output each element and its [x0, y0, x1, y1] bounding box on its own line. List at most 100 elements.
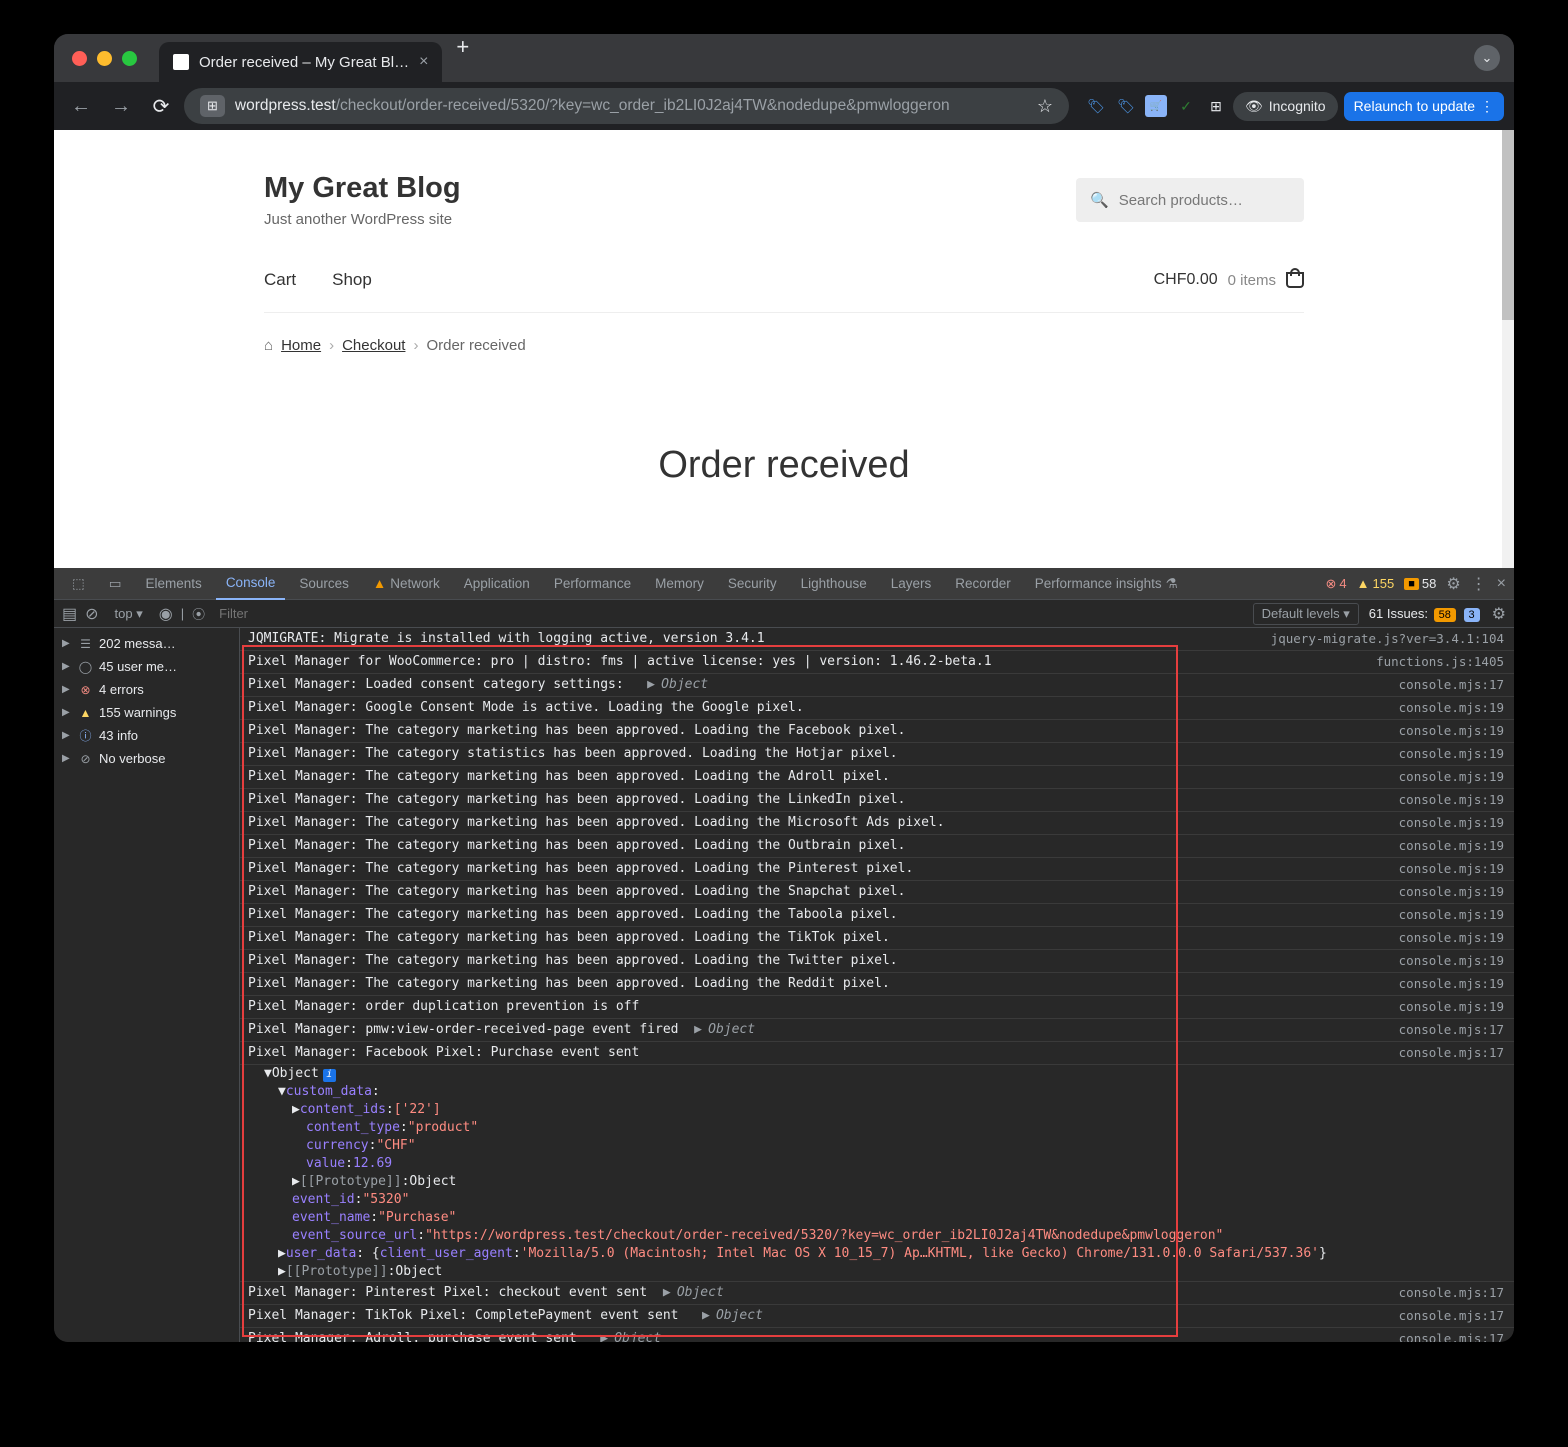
maximize-window[interactable] [122, 51, 137, 66]
console-log-row[interactable]: Pixel Manager: The category marketing ha… [240, 881, 1514, 904]
incognito-label: Incognito [1269, 98, 1326, 114]
filter-input[interactable] [213, 606, 1244, 621]
extension-icon[interactable]: 🏷 [1085, 95, 1107, 117]
tab-memory[interactable]: Memory [645, 568, 714, 600]
basket-icon [1286, 272, 1304, 288]
site-settings-icon[interactable]: ⊞ [200, 95, 225, 117]
search-input[interactable]: 🔍 Search products… [1076, 178, 1304, 222]
browser-window: Order received – My Great Bl… × + ⌄ ← → … [54, 34, 1514, 1342]
tab-elements[interactable]: Elements [136, 568, 212, 600]
console-log-row[interactable]: JQMIGRATE: Migrate is installed with log… [240, 628, 1514, 651]
tab-layers[interactable]: Layers [881, 568, 942, 600]
tab-lighthouse[interactable]: Lighthouse [791, 568, 877, 600]
console-log-row[interactable]: Pixel Manager: Google Consent Mode is ac… [240, 697, 1514, 720]
chevron-right-icon: › [413, 337, 418, 354]
nav-cart[interactable]: Cart [264, 270, 296, 290]
cart-widget[interactable]: CHF0.00 0 items [1154, 271, 1304, 289]
back-button[interactable]: ← [64, 89, 98, 123]
more-icon[interactable]: ⋮ [1471, 574, 1487, 594]
console-log-row[interactable]: Pixel Manager: TikTok Pixel: CompletePay… [240, 1305, 1514, 1328]
console-log-row[interactable]: Pixel Manager: Pinterest Pixel: checkout… [240, 1282, 1514, 1305]
sidebar-item[interactable]: ▶⊘No verbose [54, 747, 239, 770]
context-select[interactable]: top ▾ [107, 604, 151, 624]
reload-button[interactable]: ⟳ [144, 89, 178, 123]
tab-security[interactable]: Security [718, 568, 787, 600]
warnings-badge[interactable]: ▲ 155 [1357, 576, 1395, 591]
search-placeholder: Search products… [1119, 192, 1243, 209]
incognito-badge[interactable]: 👁 Incognito [1233, 92, 1338, 121]
console-log-row[interactable]: Pixel Manager: The category marketing ha… [240, 812, 1514, 835]
relaunch-button[interactable]: Relaunch to update ⋮ [1344, 92, 1504, 121]
sidebar-item[interactable]: ▶⊗4 errors [54, 678, 239, 701]
console-log-row[interactable]: Pixel Manager: The category marketing ha… [240, 904, 1514, 927]
page-scrollbar[interactable] [1502, 130, 1514, 568]
window-controls [54, 51, 137, 66]
bookmark-icon[interactable]: ☆ [1037, 96, 1053, 117]
page-viewport: My Great Blog Just another WordPress sit… [54, 130, 1514, 568]
console-log-row[interactable]: Pixel Manager: The category marketing ha… [240, 766, 1514, 789]
browser-tab[interactable]: Order received – My Great Bl… × [159, 42, 442, 82]
console-log-row[interactable]: Pixel Manager: The category marketing ha… [240, 858, 1514, 881]
site-tagline: Just another WordPress site [264, 211, 461, 228]
forward-button[interactable]: → [104, 89, 138, 123]
home-icon: ⌂ [264, 337, 273, 354]
errors-badge[interactable]: ⊗ 4 [1325, 576, 1346, 592]
tab-title: Order received – My Great Bl… [199, 54, 409, 71]
console-log-row[interactable]: Pixel Manager: The category marketing ha… [240, 927, 1514, 950]
inspect-icon[interactable]: ⬚ [62, 568, 95, 600]
console-log-row[interactable]: Pixel Manager: The category statistics h… [240, 743, 1514, 766]
breadcrumb-checkout[interactable]: Checkout [342, 337, 405, 354]
console-log-row[interactable]: Pixel Manager: Adroll: purchase event se… [240, 1328, 1514, 1342]
nav-shop[interactable]: Shop [332, 270, 372, 290]
console-log-row[interactable]: Pixel Manager: The category marketing ha… [240, 835, 1514, 858]
console-log-row[interactable]: Pixel Manager: The category marketing ha… [240, 950, 1514, 973]
new-tab-button[interactable]: + [456, 34, 469, 82]
device-icon[interactable]: ▭ [99, 568, 132, 600]
close-window[interactable] [72, 51, 87, 66]
console-log-row[interactable]: Pixel Manager: order duplication prevent… [240, 996, 1514, 1019]
sidebar-item[interactable]: ▶◯45 user me… [54, 655, 239, 678]
extension-icon[interactable]: 🛒 [1145, 95, 1167, 117]
tab-performance[interactable]: Performance [544, 568, 641, 600]
browser-toolbar: ← → ⟳ ⊞ wordpress.test/checkout/order-re… [54, 82, 1514, 130]
close-tab-icon[interactable]: × [419, 53, 428, 71]
close-icon[interactable]: × [1497, 575, 1506, 593]
address-bar[interactable]: ⊞ wordpress.test/checkout/order-received… [184, 88, 1069, 124]
settings-icon[interactable]: ⚙ [1446, 574, 1460, 594]
eye-icon[interactable]: ◉ [159, 604, 173, 624]
console-log-row[interactable]: Pixel Manager for WooCommerce: pro | dis… [240, 651, 1514, 674]
console-log-row[interactable]: Pixel Manager: The category marketing ha… [240, 720, 1514, 743]
site-nav: Cart Shop CHF0.00 0 items [264, 270, 1304, 313]
breadcrumb-current: Order received [426, 337, 525, 354]
search-icon: 🔍 [1090, 191, 1109, 209]
settings-icon[interactable]: ⚙ [1492, 604, 1506, 624]
sidebar-item[interactable]: ▶ⓘ43 info [54, 724, 239, 747]
console-output[interactable]: JQMIGRATE: Migrate is installed with log… [240, 628, 1514, 1342]
breadcrumb-home[interactable]: Home [281, 337, 321, 354]
tab-network[interactable]: ▲Network [363, 568, 450, 600]
tab-perf-insights[interactable]: Performance insights ⚗ [1025, 568, 1188, 600]
clear-console-icon[interactable]: ⊘ [85, 604, 98, 624]
console-log-row[interactable]: Pixel Manager: pmw:view-order-received-p… [240, 1019, 1514, 1042]
console-log-row[interactable]: Pixel Manager: Loaded consent category s… [240, 674, 1514, 697]
extension-icon[interactable]: 🏷 [1115, 95, 1137, 117]
tab-dropdown-icon[interactable]: ⌄ [1474, 45, 1500, 71]
issues-badge[interactable]: 61 Issues: 58 3 [1369, 606, 1482, 621]
levels-select[interactable]: Default levels ▾ [1253, 603, 1359, 625]
tab-sources[interactable]: Sources [289, 568, 359, 600]
minimize-window[interactable] [97, 51, 112, 66]
console-log-expanded[interactable]: Pixel Manager: Facebook Pixel: Purchase … [240, 1042, 1514, 1282]
extensions-menu-icon[interactable]: ⊞ [1205, 95, 1227, 117]
tab-recorder[interactable]: Recorder [945, 568, 1021, 600]
tab-application[interactable]: Application [454, 568, 540, 600]
tab-console[interactable]: Console [216, 568, 286, 600]
sidebar-item[interactable]: ▶▲155 warnings [54, 701, 239, 724]
console-log-row[interactable]: Pixel Manager: The category marketing ha… [240, 973, 1514, 996]
incognito-icon: 👁 [1245, 98, 1263, 115]
site-header: My Great Blog Just another WordPress sit… [264, 130, 1304, 228]
sidebar-item[interactable]: ▶☰202 messa… [54, 632, 239, 655]
info-badge[interactable]: ■ 58 [1404, 576, 1436, 591]
sidebar-toggle-icon[interactable]: ▤ [62, 604, 77, 624]
extension-icon[interactable]: ✓ [1175, 95, 1197, 117]
console-log-row[interactable]: Pixel Manager: The category marketing ha… [240, 789, 1514, 812]
